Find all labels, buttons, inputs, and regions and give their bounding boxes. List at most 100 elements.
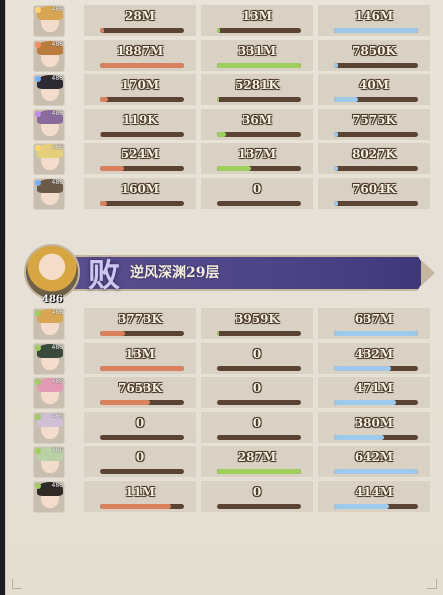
stat-value: 40M bbox=[359, 78, 389, 92]
character-row: 486 13M 0 432M bbox=[24, 341, 431, 375]
stat-value: 0 bbox=[252, 484, 262, 499]
character-portrait[interactable]: 486 bbox=[33, 342, 65, 375]
damage-cell: 170M bbox=[83, 73, 197, 106]
stat-bar-fill bbox=[217, 62, 301, 68]
battle-stats-panel: 486 28M 13M 146M 486 1887M 331M 7850K 486 170M 528… bbox=[5, 0, 443, 595]
stat-value: 0 bbox=[252, 415, 262, 430]
stat-value: 36M bbox=[242, 112, 272, 127]
stat-bar-fill bbox=[100, 400, 150, 405]
stat-bar bbox=[334, 400, 418, 405]
character-portrait[interactable]: 486 bbox=[33, 5, 65, 37]
damage-taken-cell: 7850K bbox=[317, 38, 431, 72]
heal-cell: 13M bbox=[200, 4, 314, 37]
stat-bar bbox=[217, 200, 301, 206]
element-icon bbox=[35, 179, 41, 186]
character-portrait[interactable]: 486 bbox=[33, 480, 65, 513]
banner-strip bbox=[68, 255, 428, 291]
stat-bar bbox=[100, 400, 184, 405]
stat-bar bbox=[100, 62, 184, 68]
character-row: 486 11M 0 414M bbox=[24, 479, 431, 513]
character-level: 486 bbox=[51, 309, 63, 316]
stat-bar-fill bbox=[100, 365, 184, 371]
stat-bar-fill bbox=[217, 28, 220, 33]
stat-value: 287M bbox=[237, 450, 277, 464]
damage-taken-cell: 471M bbox=[317, 376, 431, 409]
stat-bar bbox=[334, 28, 418, 33]
stat-bar bbox=[334, 434, 418, 440]
corner-ornament bbox=[427, 579, 437, 589]
element-icon bbox=[35, 482, 41, 489]
character-portrait[interactable]: 486 bbox=[33, 377, 65, 409]
stat-value: 0 bbox=[252, 181, 262, 196]
stat-bar-fill bbox=[100, 200, 107, 206]
damage-cell: 11M bbox=[83, 479, 197, 513]
stat-bar bbox=[217, 166, 301, 171]
damage-taken-cell: 642M bbox=[317, 445, 431, 478]
stat-bar bbox=[100, 469, 184, 474]
element-icon bbox=[35, 7, 41, 13]
stat-value: 11M bbox=[125, 484, 155, 499]
damage-taken-cell: 380M bbox=[317, 410, 431, 444]
stat-bar-fill bbox=[334, 434, 385, 440]
character-level: 486 bbox=[51, 178, 63, 186]
stat-bar bbox=[217, 28, 301, 33]
stat-bar-fill bbox=[334, 503, 389, 509]
stat-bar bbox=[217, 434, 301, 440]
stat-bar bbox=[334, 97, 418, 102]
stat-value: 0 bbox=[252, 346, 262, 361]
stat-value: 0 bbox=[135, 415, 145, 430]
damage-taken-cell: 414M bbox=[317, 479, 431, 513]
character-portrait[interactable]: 486 bbox=[33, 39, 65, 72]
battle-result-banner[interactable]: 486 败 逆风深渊29层 bbox=[24, 244, 438, 305]
heal-cell: 0 bbox=[200, 341, 314, 375]
character-portrait[interactable]: 486 bbox=[33, 411, 65, 444]
character-row: 486 7653K 0 471M bbox=[24, 376, 431, 409]
damage-taken-cell: 7575K bbox=[317, 107, 431, 141]
stat-bar-fill bbox=[100, 131, 101, 137]
character-row: 486 170M 5281K 40M bbox=[24, 73, 431, 106]
stat-value: 1887M bbox=[116, 43, 164, 58]
stat-bar-fill bbox=[217, 469, 301, 474]
damage-cell: 7653K bbox=[83, 376, 197, 409]
stat-bar bbox=[100, 331, 184, 336]
stage-name: 逆风深渊29层 bbox=[130, 265, 220, 281]
heal-cell: 137M bbox=[200, 142, 314, 175]
stat-bar bbox=[334, 200, 418, 206]
stat-value: 642M bbox=[354, 450, 394, 464]
character-level: 486 bbox=[51, 481, 63, 489]
character-portrait[interactable]: 486 bbox=[33, 177, 65, 210]
stat-value: 28M bbox=[125, 9, 155, 23]
damage-cell: 524M bbox=[83, 142, 197, 175]
heal-cell: 0 bbox=[200, 479, 314, 513]
character-portrait[interactable]: 486 bbox=[33, 308, 65, 340]
heal-cell: 331M bbox=[200, 38, 314, 72]
character-portrait[interactable]: 486 bbox=[33, 446, 65, 478]
banner-arrow-icon bbox=[421, 260, 435, 286]
stat-value: 7653K bbox=[118, 381, 162, 395]
stat-bar-fill bbox=[334, 131, 339, 137]
stat-value: 3959K bbox=[235, 312, 279, 326]
heal-cell: 0 bbox=[200, 376, 314, 409]
heal-cell: 0 bbox=[200, 176, 314, 210]
boss-portrait bbox=[24, 244, 80, 300]
character-portrait[interactable]: 486 bbox=[33, 108, 65, 141]
heal-cell: 3959K bbox=[200, 307, 314, 340]
element-icon bbox=[35, 76, 41, 82]
character-portrait[interactable]: 486 bbox=[33, 143, 65, 175]
character-level: 486 bbox=[51, 109, 63, 117]
stat-value: 170M bbox=[120, 78, 160, 92]
stat-bar bbox=[334, 131, 418, 137]
character-portrait[interactable]: 486 bbox=[33, 74, 65, 106]
stat-bar-fill bbox=[100, 331, 126, 336]
character-row: 486 28M 13M 146M bbox=[24, 4, 431, 37]
stat-bar-fill bbox=[100, 503, 172, 509]
stat-bar-fill bbox=[217, 131, 227, 137]
stat-value: 637M bbox=[354, 312, 394, 326]
stat-bar bbox=[217, 331, 301, 336]
heal-cell: 5281K bbox=[200, 73, 314, 106]
stat-value: 331M bbox=[237, 43, 277, 58]
stat-value: 3773K bbox=[118, 312, 162, 326]
stat-value: 137M bbox=[237, 147, 277, 161]
damage-cell: 3773K bbox=[83, 307, 197, 340]
stat-bar-fill bbox=[334, 365, 392, 371]
